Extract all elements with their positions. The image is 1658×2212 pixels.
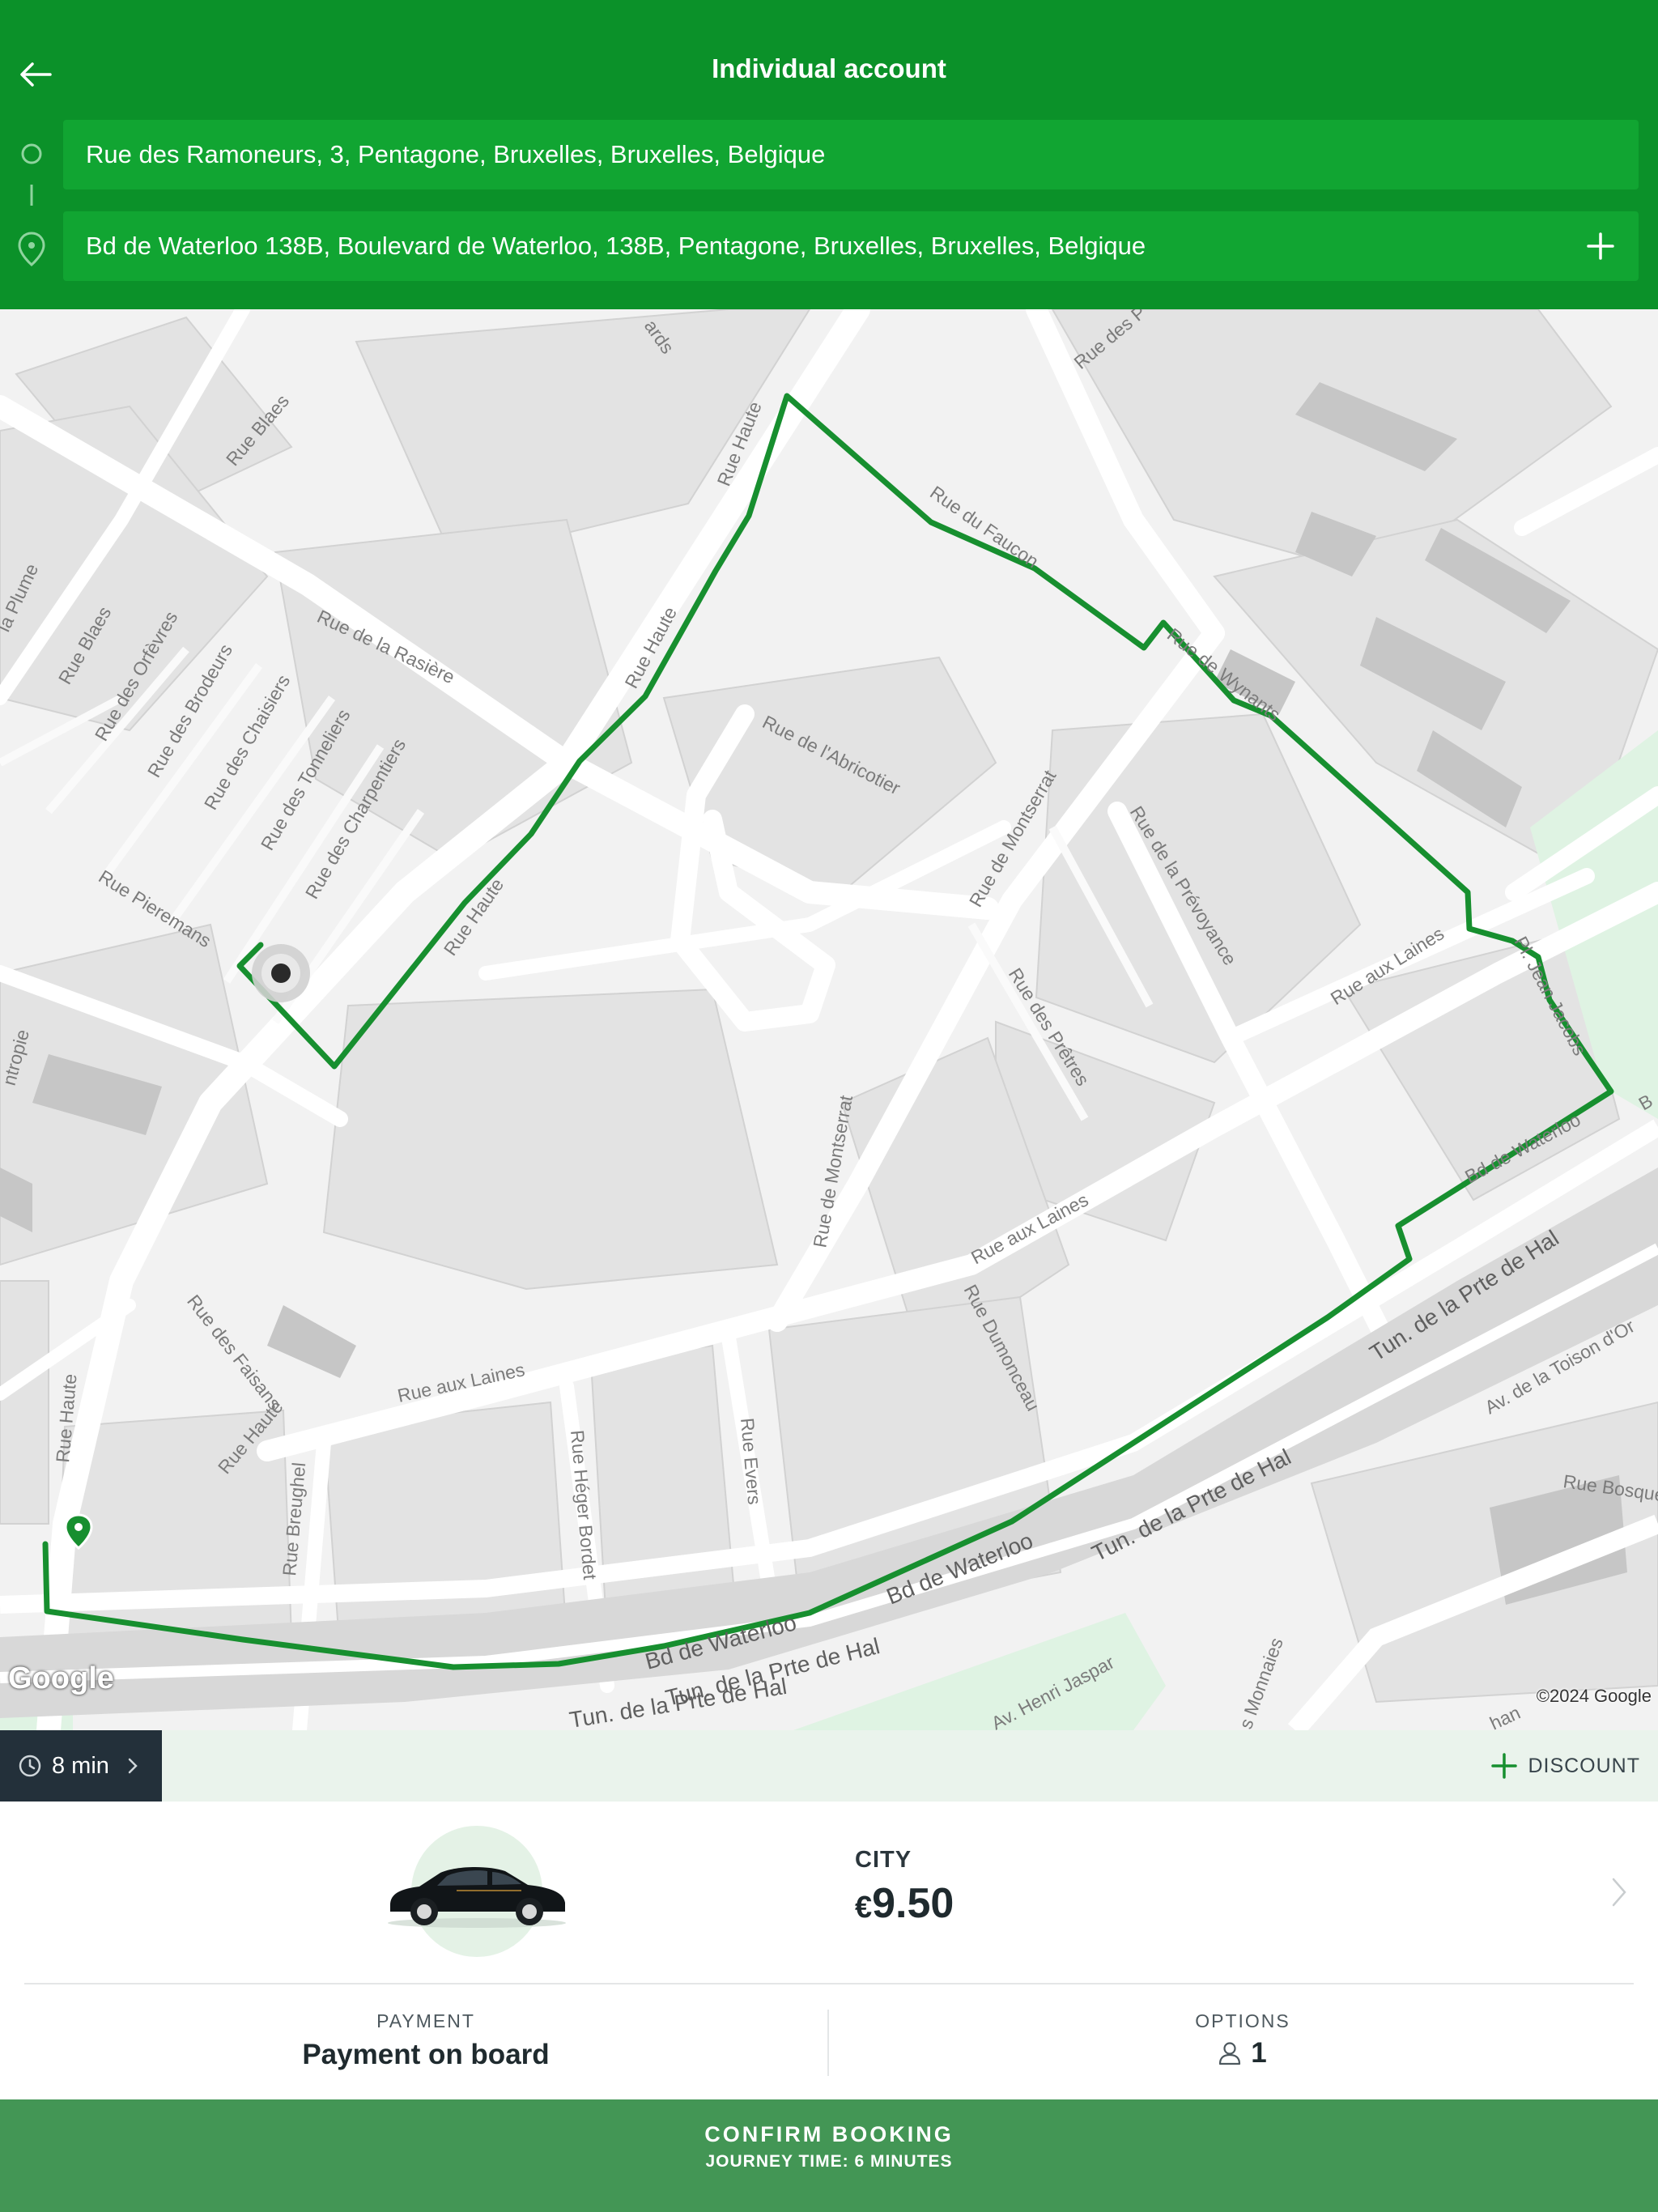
divider — [24, 1983, 1634, 1984]
street-label: Rue de Montserrat — [809, 1093, 857, 1249]
eta-button[interactable]: 8 min — [0, 1730, 162, 1802]
map-buildings — [0, 309, 1658, 1704]
payment-value: Payment on board — [302, 2039, 550, 2070]
origin-dot-icon — [21, 143, 42, 164]
pickup-address-field[interactable]: Rue des Ramoneurs, 3, Pentagone, Bruxell… — [63, 120, 1639, 189]
chevron-right-icon — [128, 1758, 138, 1774]
pickup-marker — [252, 944, 310, 1002]
options-selector[interactable]: OPTIONS 1 — [830, 1988, 1656, 2101]
destination-address-field[interactable]: Bd de Waterloo 138B, Boulevard de Waterl… — [63, 211, 1639, 281]
divider — [827, 2010, 829, 2076]
pickup-address-text: Rue des Ramoneurs, 3, Pentagone, Bruxell… — [86, 140, 826, 168]
map-canvas[interactable]: Rue Haute Rue Haute Rue Haute Rue Haute … — [0, 309, 1658, 1730]
fare-price: €9.50 — [855, 1879, 954, 1928]
clock-icon — [19, 1755, 41, 1777]
passenger-count-value: 1 — [1251, 2037, 1267, 2069]
currency-symbol: € — [855, 1891, 873, 1925]
eta-text: 8 min — [52, 1752, 109, 1779]
plus-icon — [1491, 1753, 1518, 1779]
payment-selector[interactable]: PAYMENT Payment on board — [24, 1988, 827, 2101]
discount-label: DISCOUNT — [1528, 1754, 1640, 1777]
top-bar: Individual account Rue des Ramoneurs, 3,… — [0, 0, 1658, 309]
route-map[interactable]: Rue Haute Rue Haute Rue Haute Rue Haute … — [0, 309, 1658, 1730]
route-indicator — [18, 143, 45, 266]
street-label: Rue des Faisans — [183, 1291, 286, 1414]
car-icon — [388, 1866, 566, 1928]
street-label: s Monnaies — [1235, 1635, 1287, 1730]
street-label: Rue des Chaisiers — [200, 671, 294, 814]
plus-icon — [1587, 232, 1614, 260]
passenger-count: 1 — [1218, 2037, 1267, 2069]
map-copyright: ©2024 Google — [1536, 1686, 1652, 1706]
street-label: Rue Evers — [737, 1417, 765, 1505]
vehicle-option-city[interactable]: CITY €9.50 — [0, 1802, 1658, 1984]
confirm-booking-button[interactable]: CONFIRM BOOKING JOURNEY TIME: 6 MINUTES — [0, 2099, 1658, 2212]
vehicle-category: CITY — [855, 1847, 912, 1873]
confirm-booking-label: CONFIRM BOOKING — [704, 2122, 954, 2146]
fare-amount: 9.50 — [872, 1880, 954, 1927]
info-strip: 8 min DISCOUNT — [0, 1730, 1658, 1802]
add-stop-button[interactable] — [1580, 226, 1621, 266]
chevron-right-icon — [1612, 1878, 1626, 1907]
street-label: Rue Haute — [440, 874, 508, 959]
destination-address-text: Bd de Waterloo 138B, Boulevard de Waterl… — [86, 232, 1146, 260]
person-icon — [1219, 2042, 1241, 2065]
discount-button[interactable]: DISCOUNT — [1490, 1730, 1640, 1802]
journey-time-label: JOURNEY TIME: 6 MINUTES — [705, 2152, 953, 2171]
options-label: OPTIONS — [1195, 2010, 1290, 2031]
page-title: Individual account — [712, 53, 946, 83]
street-label: han — [1486, 1702, 1524, 1730]
payment-label: PAYMENT — [376, 2010, 475, 2031]
google-logo: Google — [8, 1661, 114, 1695]
destination-pin-icon — [18, 232, 45, 266]
